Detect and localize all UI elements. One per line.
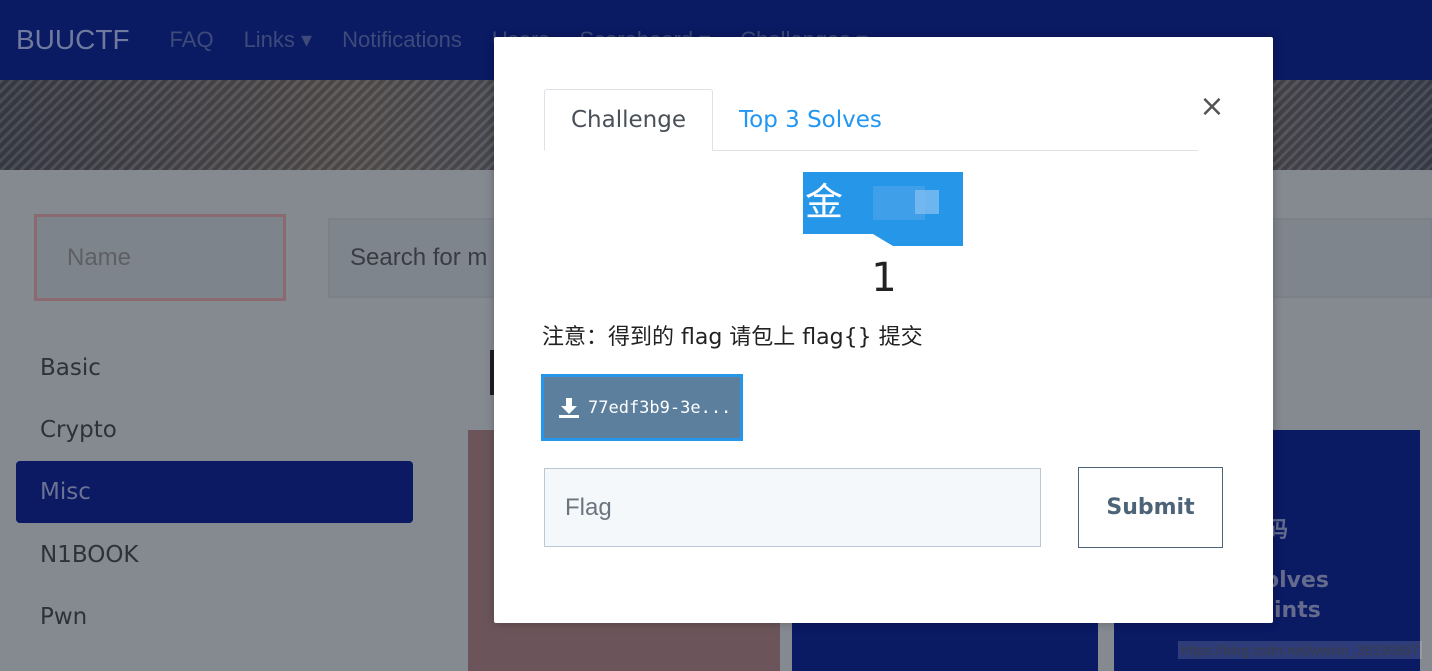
category-misc[interactable]: Misc	[16, 461, 413, 523]
modal-tabs: Challenge Top 3 Solves	[544, 89, 1198, 151]
challenge-card-solves: olves	[1264, 568, 1330, 593]
name-filter-input[interactable]: Name	[34, 214, 286, 301]
close-icon[interactable]: ×	[1197, 89, 1227, 124]
tab-top-3-solves[interactable]: Top 3 Solves	[713, 89, 908, 151]
submit-button[interactable]: Submit	[1078, 467, 1223, 548]
tab-challenge[interactable]: Challenge	[544, 89, 713, 151]
file-name: 77edf3b9-3e...	[588, 397, 732, 418]
challenge-card[interactable]	[792, 622, 1098, 671]
challenge-card-points: ints	[1274, 598, 1321, 623]
brand-logo[interactable]: BUUCTF	[16, 24, 130, 56]
category-basic[interactable]: Basic	[16, 337, 413, 399]
challenge-description: 注意：得到的 flag 请包上 flag{} 提交	[542, 325, 923, 350]
nav-links[interactable]: Links ▾	[244, 27, 313, 53]
watermark-url: https://blog.csdn.net/weixin_39190897	[1177, 641, 1422, 659]
nav-notifications[interactable]: Notifications	[342, 27, 462, 53]
file-download-button[interactable]: 77edf3b9-3e...	[541, 374, 743, 441]
download-icon	[558, 397, 580, 419]
challenge-modal: Challenge Top 3 Solves × 金 1 注意：得到的 flag…	[494, 37, 1273, 623]
nav-faq[interactable]: FAQ	[170, 27, 214, 53]
challenge-name: 金	[805, 180, 844, 224]
category-n1book[interactable]: N1BOOK	[16, 524, 413, 586]
flag-input[interactable]: Flag	[544, 468, 1041, 547]
challenge-points: 1	[871, 255, 897, 301]
category-pwn[interactable]: Pwn	[16, 586, 413, 648]
category-crypto[interactable]: Crypto	[16, 399, 413, 461]
